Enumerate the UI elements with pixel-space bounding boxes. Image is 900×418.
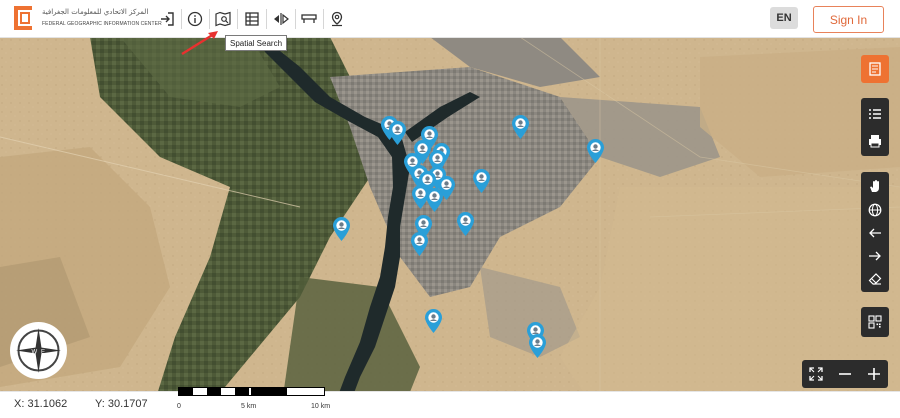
scale-segment bbox=[251, 388, 287, 395]
satellite-basemap bbox=[0, 37, 900, 417]
list-button[interactable] bbox=[861, 103, 889, 125]
spatial-search-icon bbox=[215, 11, 231, 27]
globe-icon bbox=[868, 203, 882, 217]
toolbar-divider bbox=[181, 9, 182, 29]
zoom-controls bbox=[802, 360, 888, 388]
x-coordinate: X: 31.1062 bbox=[14, 398, 68, 410]
location-pin[interactable] bbox=[426, 188, 443, 212]
qr-group bbox=[861, 307, 889, 337]
location-pin[interactable] bbox=[473, 169, 490, 193]
logo-text-english: FEDERAL GEOGRAPHIC INFORMATION CENTER bbox=[42, 21, 162, 27]
toolbar-divider bbox=[266, 9, 267, 29]
scale-label-0: 0 bbox=[177, 403, 181, 410]
compass-icon: W E bbox=[16, 328, 61, 373]
location-pin-icon bbox=[331, 11, 343, 27]
arrow-left-icon bbox=[869, 228, 881, 238]
layers-print-group bbox=[861, 98, 889, 156]
qr-code-button[interactable] bbox=[861, 311, 889, 333]
scale-segment bbox=[207, 388, 221, 395]
y-coordinate: Y: 30.1707 bbox=[95, 398, 148, 410]
pointer-arrow-icon bbox=[181, 31, 218, 56]
bookmark-bar-icon bbox=[301, 14, 317, 23]
zoom-in-button[interactable] bbox=[860, 360, 888, 388]
scale-segment bbox=[235, 388, 249, 395]
location-tool-button[interactable] bbox=[327, 9, 347, 29]
table-tool-button[interactable] bbox=[242, 9, 262, 29]
logo-text-arabic: المركز الاتحادي للمعلومات الجغرافية bbox=[42, 8, 149, 16]
login-icon bbox=[161, 12, 174, 26]
pan-button[interactable] bbox=[861, 175, 889, 197]
info-tool-button[interactable] bbox=[185, 9, 205, 29]
toolbar-divider bbox=[237, 9, 238, 29]
fullscreen-button[interactable] bbox=[802, 360, 830, 388]
navigation-group bbox=[861, 172, 889, 292]
location-pin[interactable] bbox=[587, 139, 604, 163]
location-pin[interactable] bbox=[411, 232, 428, 256]
map-view[interactable] bbox=[0, 37, 900, 417]
toolbar-divider bbox=[323, 9, 324, 29]
login-tool-button[interactable] bbox=[157, 9, 177, 29]
logo-mark-icon bbox=[14, 6, 32, 30]
spatial-search-tooltip: Spatial Search bbox=[225, 35, 288, 51]
globe-button[interactable] bbox=[861, 199, 889, 221]
next-extent-button[interactable] bbox=[861, 245, 889, 267]
logo: المركز الاتحادي للمعلومات الجغرافية FEDE… bbox=[12, 4, 162, 34]
swipe-icon bbox=[274, 13, 289, 25]
toolbar-divider bbox=[209, 9, 210, 29]
top-toolbar: المركز الاتحادي للمعلومات الجغرافية FEDE… bbox=[0, 0, 900, 38]
location-pin[interactable] bbox=[512, 115, 529, 139]
spatial-search-tool-button[interactable] bbox=[213, 9, 233, 29]
location-pin[interactable] bbox=[425, 309, 442, 333]
arrow-right-icon bbox=[869, 251, 881, 261]
report-icon bbox=[869, 62, 881, 76]
print-icon bbox=[869, 135, 881, 148]
compass[interactable]: W E bbox=[10, 322, 67, 379]
location-pin[interactable] bbox=[457, 212, 474, 236]
compass-label-e: E bbox=[41, 350, 45, 356]
zoom-in-icon bbox=[868, 368, 880, 380]
fullscreen-icon bbox=[809, 367, 823, 381]
toolbar-divider bbox=[295, 9, 296, 29]
zoom-out-icon bbox=[839, 373, 851, 375]
info-icon bbox=[187, 11, 203, 27]
location-pin[interactable] bbox=[389, 121, 406, 145]
scale-label-10km: 10 km bbox=[311, 403, 331, 410]
scale-bar: 0 5 km 10 km bbox=[177, 387, 330, 410]
scale-segment bbox=[179, 388, 193, 395]
qr-code-icon bbox=[868, 315, 882, 329]
zoom-out-button[interactable] bbox=[831, 360, 859, 388]
table-icon bbox=[245, 12, 259, 26]
compass-label-w: W bbox=[32, 350, 38, 356]
sign-in-button[interactable]: Sign In bbox=[813, 6, 884, 33]
language-toggle-button[interactable]: EN bbox=[770, 7, 798, 29]
previous-extent-button[interactable] bbox=[861, 222, 889, 244]
status-bar: X: 31.1062 Y: 30.1707 bbox=[0, 391, 900, 418]
eraser-icon bbox=[868, 273, 882, 285]
bookmark-bar-tool-button[interactable] bbox=[299, 9, 319, 29]
report-button[interactable] bbox=[861, 55, 889, 83]
swipe-tool-button[interactable] bbox=[271, 9, 291, 29]
hand-pan-icon bbox=[870, 180, 879, 192]
location-pin[interactable] bbox=[529, 334, 546, 358]
location-pin[interactable] bbox=[333, 217, 350, 241]
scale-label-5km: 5 km bbox=[241, 403, 257, 410]
list-icon bbox=[869, 109, 881, 119]
print-button[interactable] bbox=[861, 130, 889, 152]
clear-button[interactable] bbox=[861, 268, 889, 290]
